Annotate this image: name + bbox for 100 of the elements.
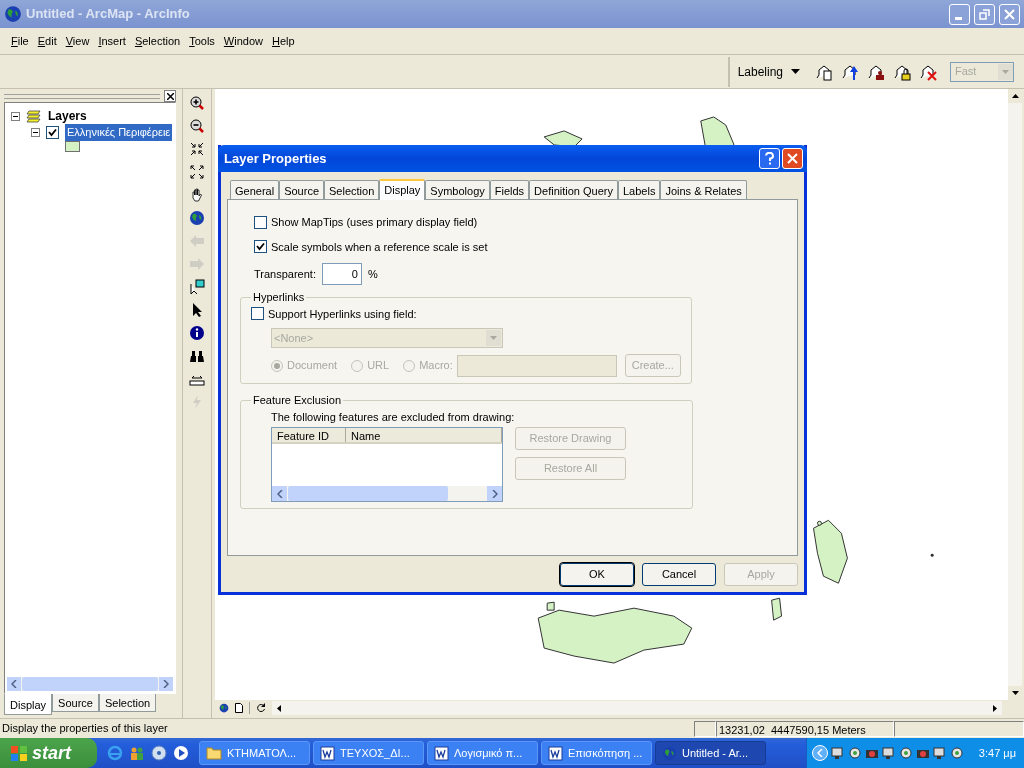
tab[interactable]: Source [52,694,99,712]
toolbar-menu[interactable]: Labeling [737,62,800,81]
checkbox-label: Show MapTips (uses primary display field) [271,215,478,230]
column-header[interactable]: Feature ID [272,428,346,442]
checkbox[interactable] [251,307,264,321]
coordinates-readout: 13231,02 4447590,15 Meters [716,720,894,737]
tab[interactable]: Fields [489,180,530,199]
island-shape [771,597,783,621]
radio-label: URL [367,358,390,374]
taskbar-button[interactable]: Επισκόπηση ... [541,741,652,765]
help-button[interactable] [759,148,780,169]
document-icon [548,745,563,761]
tree-item[interactable]: Ελληνικές Περιφέρειε [65,124,173,141]
caret-icon [1002,69,1009,74]
maximize-icon [979,8,990,20]
menu-item[interactable]: Tools [188,32,216,50]
macro-field[interactable] [456,354,617,377]
menu-item[interactable]: Insert [97,32,127,50]
column-header[interactable]: Name [346,428,502,442]
right-arrow-icon [993,704,997,712]
tab[interactable]: Joins & Relates [660,180,747,199]
tab[interactable]: Display [4,694,53,715]
tab[interactable]: Definition Query [529,180,618,199]
windows-logo-icon [10,744,28,762]
down-arrow-icon [1011,691,1019,695]
tab[interactable]: Selection [98,694,157,712]
horizontal-scrollbar[interactable] [272,486,502,501]
tab[interactable]: General [230,180,280,199]
minus-icon [13,113,18,119]
checkbox-label: Scale symbols when a reference scale is set [271,239,488,255]
radio-label: Document [287,358,338,374]
taskbar-button[interactable]: Untitled - Ar... [655,741,766,765]
tab[interactable]: Labels [618,180,661,199]
taskbar-button[interactable]: Λογισμικό π... [427,741,538,765]
horizontal-scrollbar[interactable] [272,701,1002,715]
close-button[interactable] [164,90,176,102]
maximize-button[interactable] [974,3,995,25]
status-panel [694,720,716,737]
tree-item[interactable]: Layers [48,107,87,125]
tab[interactable]: Display [379,179,426,200]
checkbox-label: Support Hyperlinks using field: [268,306,417,322]
tab[interactable]: Symbology [425,180,490,199]
collapse-toggle[interactable] [11,111,20,121]
question-mark-icon [765,152,774,165]
caret-icon [791,69,800,74]
hand-icon[interactable] [189,187,205,203]
taskbar-button[interactable]: ΤΕΥΧΟΣ_ΔΙ... [313,741,424,765]
window-title: Untitled - ArcMap - ArcInfo [26,5,191,24]
checkbox[interactable] [254,240,267,254]
menu-item[interactable]: File [10,32,30,50]
dialog-button[interactable]: Cancel [642,563,716,586]
menu-item[interactable]: Selection [133,32,182,50]
globe-icon[interactable] [189,210,205,226]
document-icon [434,745,449,761]
horizontal-scrollbar[interactable] [7,677,173,691]
symbol-swatch [65,141,80,152]
checkbox[interactable] [46,126,59,139]
menu-item[interactable]: Edit [36,32,58,50]
up-arrow-icon [1011,94,1019,98]
refresh-icon[interactable] [256,703,266,713]
status-message: Display the properties of this layer [1,721,169,737]
binoculars-icon[interactable] [189,348,205,364]
island-shape [543,130,583,148]
globe-icon [662,745,677,761]
field-label: Transparent: [254,266,316,282]
excluded-features-list[interactable]: Feature ID Name [271,427,503,502]
zoom-in-icon[interactable] [189,95,205,111]
zoom-out-icon[interactable] [189,118,205,134]
transparency-field[interactable]: 0 [321,263,362,285]
minimize-icon [954,16,962,20]
globe-icon [4,5,22,23]
clock: 3:47 μμ [978,745,1017,761]
caret-icon [490,336,497,340]
tab[interactable]: Source [279,180,324,199]
folder-icon [206,746,222,760]
dialog-button[interactable]: OK [560,563,634,586]
play-icon[interactable] [173,745,189,761]
menu-item[interactable]: Help [271,32,296,50]
minus-icon [33,130,38,135]
left-arrow-icon [277,704,281,712]
page-icon[interactable] [235,703,243,713]
cursor-square-icon[interactable] [189,279,205,295]
inward-arrows-icon[interactable] [189,141,205,157]
tab[interactable]: Selection [324,180,380,199]
menu-item[interactable]: Window [222,32,264,50]
minimize-button[interactable] [949,3,970,25]
close-icon [1004,8,1015,20]
info-icon[interactable] [189,325,205,341]
menu-item[interactable]: View [64,32,91,50]
radio-label: Macro: [419,358,453,374]
collapse-toggle[interactable] [31,128,40,137]
start-button[interactable]: start [0,738,97,768]
vertical-scrollbar[interactable] [1008,89,1022,700]
checkbox[interactable] [254,215,267,229]
taskbar-button[interactable]: ΚΤΗΜΑΤΟΛ... [199,741,310,765]
close-icon [787,153,798,164]
dialog-title: Layer Properties [224,149,328,168]
layers-icon [26,109,42,123]
outward-arrows-icon[interactable] [189,164,205,180]
globe-icon [219,703,229,713]
